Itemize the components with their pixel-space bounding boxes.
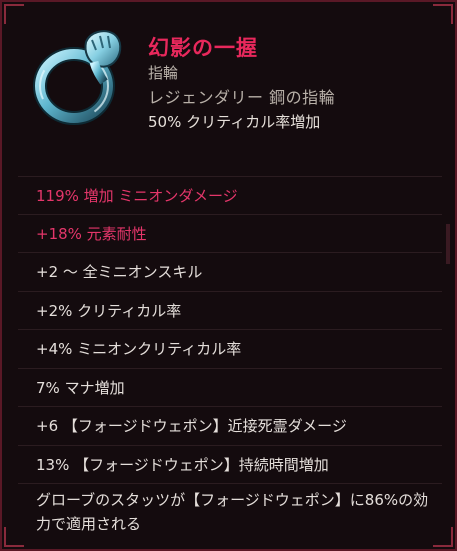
affix-line: +18% 元素耐性 (18, 215, 442, 253)
affix-line: +2 〜 全ミニオンスキル (18, 253, 442, 292)
affix-line: 7% マナ増加 (18, 369, 442, 407)
side-trim (446, 224, 450, 264)
affix-line: 119% 増加 ミニオンダメージ (18, 176, 442, 215)
item-type: 指輪 (148, 64, 179, 82)
item-rarity: レジェンダリー 鋼の指輪 (148, 88, 336, 107)
affix-line: グローブのスタッツが【フォージドウェポン】に86%の効力で適用される (36, 491, 429, 533)
affix-line: +2% クリティカル率 (18, 292, 442, 330)
affix-line: +4% ミニオンクリティカル率 (18, 330, 442, 369)
affix-line: 13% 【フォージドウェポン】持続時間増加 (18, 446, 442, 484)
affix-line: +6 【フォージドウェポン】近接死霊ダメージ (18, 407, 442, 446)
tooltip-header: 幻影の一握 指輪 レジェンダリー 鋼の指輪 50% クリティカル率増加 (2, 2, 455, 172)
item-tooltip: 幻影の一握 指輪 レジェンダリー 鋼の指輪 50% クリティカル率増加 119%… (0, 0, 457, 551)
item-implicit: 50% クリティカル率増加 (148, 113, 321, 131)
ring-icon (30, 24, 126, 128)
item-name: 幻影の一握 (148, 36, 258, 60)
affix-list: 119% 増加 ミニオンダメージ +18% 元素耐性 +2 〜 全ミニオンスキル… (18, 176, 442, 540)
